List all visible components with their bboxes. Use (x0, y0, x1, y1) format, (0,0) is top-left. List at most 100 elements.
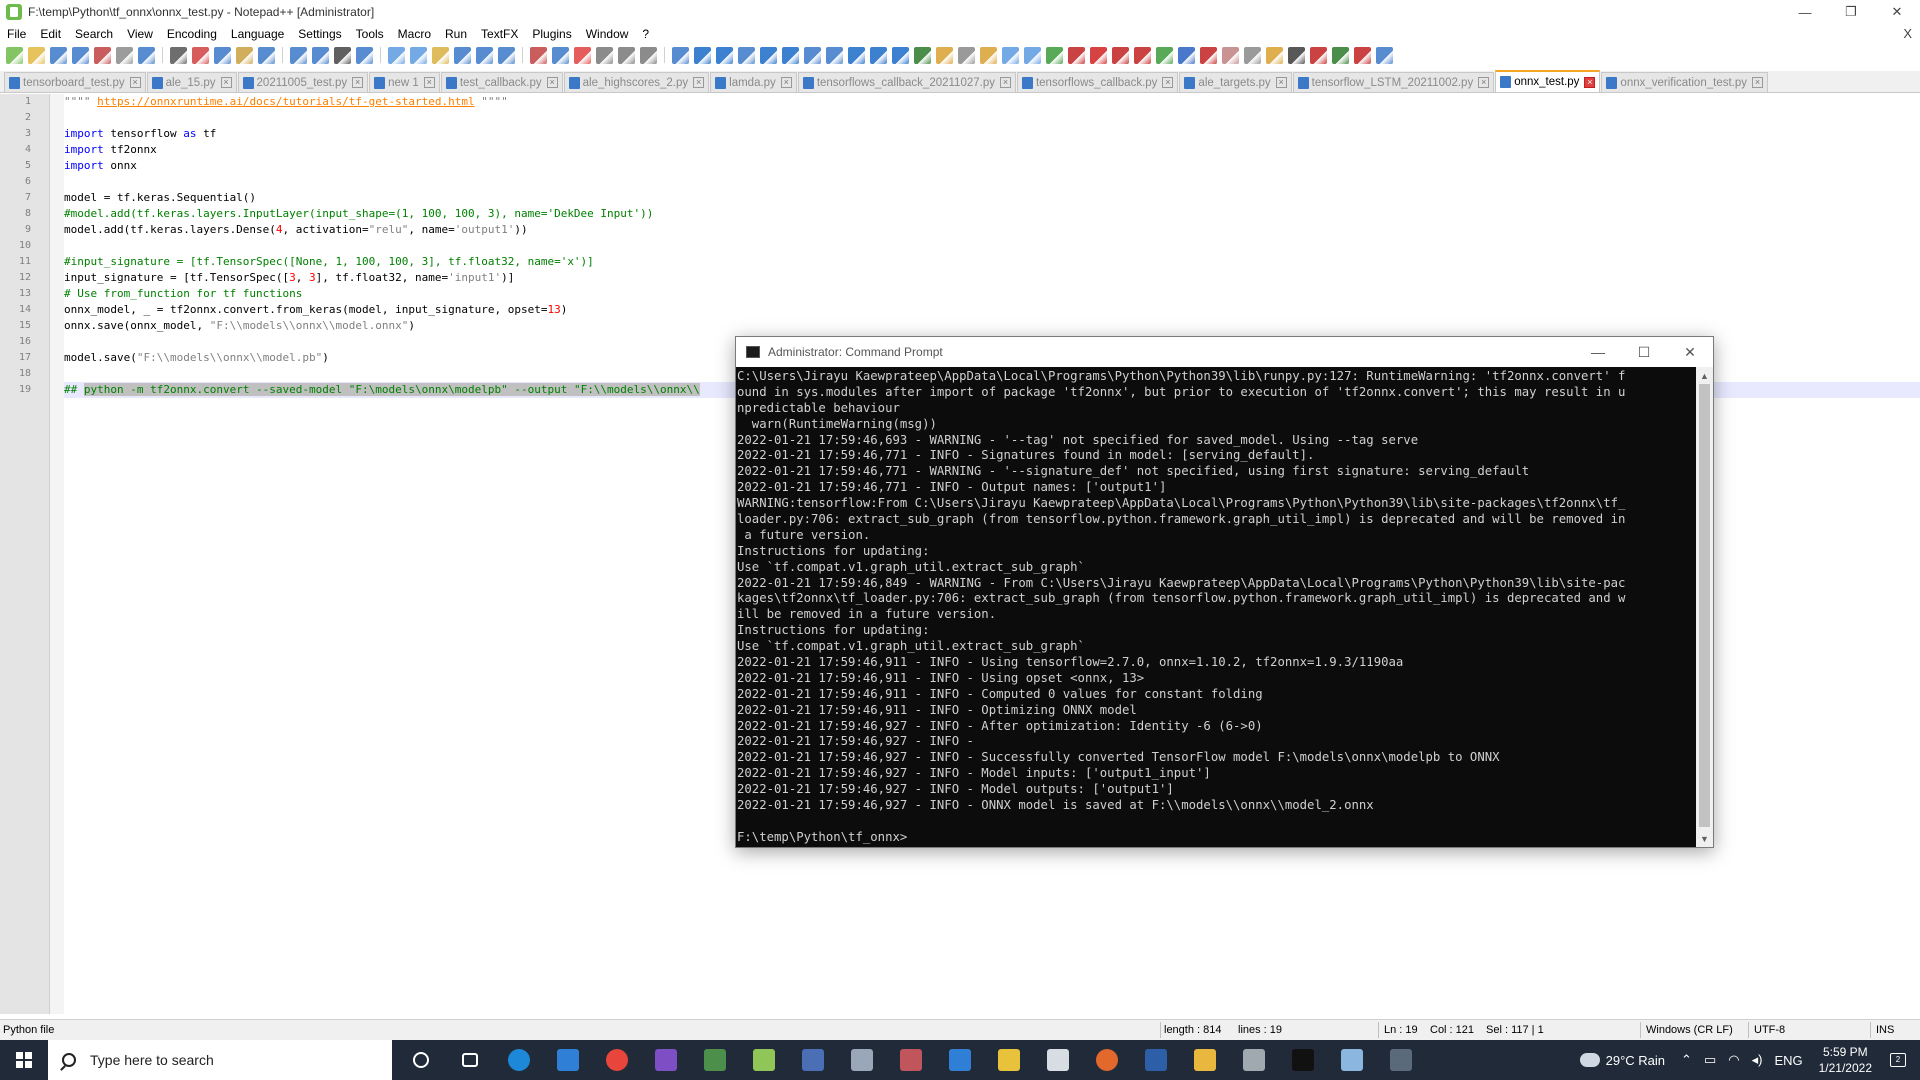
menu-item-plugins[interactable]: Plugins (525, 27, 578, 41)
menu-item-help[interactable]: ? (635, 27, 656, 41)
user-lang-icon[interactable] (530, 46, 547, 64)
code-line[interactable]: input_signature = [tf.TensorSpec([3, 3],… (64, 270, 1920, 286)
code-line[interactable]: onnx.save(onnx_model, "F:\\models\\onnx\… (64, 318, 1920, 334)
cmd-scrollbar[interactable]: ▲ ▼ (1696, 367, 1713, 847)
tab-ale-15[interactable]: ale_15.py × (146, 72, 237, 92)
code-line[interactable]: #model.add(tf.keras.layers.InputLayer(in… (64, 206, 1920, 222)
code-line[interactable]: #input_signature = [tf.TensorSpec([None,… (64, 254, 1920, 270)
toolbar-tool-40-icon[interactable] (914, 46, 931, 64)
tab-tensorflow-lstm-20211002[interactable]: tensorflow_LSTM_20211002.py × (1292, 72, 1495, 92)
minimize-button[interactable]: — (1782, 0, 1828, 24)
toolbar-tool-56-icon[interactable] (1266, 46, 1283, 64)
menu-close-button[interactable]: X (1903, 26, 1912, 41)
toolbar-tool-35-icon[interactable] (804, 46, 821, 64)
open-file-icon[interactable] (28, 46, 45, 64)
menu-item-macro[interactable]: Macro (391, 27, 438, 41)
taskbar-app-button[interactable] (690, 1040, 739, 1080)
taskbar-app-button[interactable] (592, 1040, 641, 1080)
sync-vertical-icon[interactable] (410, 46, 427, 64)
new-file-icon[interactable] (6, 46, 23, 64)
copy-icon[interactable] (214, 46, 231, 64)
menu-item-window[interactable]: Window (579, 27, 636, 41)
save-icon[interactable] (50, 46, 67, 64)
command-prompt-window[interactable]: Administrator: Command Prompt — ☐ ✕ C:\U… (735, 336, 1714, 848)
cmd-maximize-button[interactable]: ☐ (1621, 337, 1667, 367)
tab-20211005-test[interactable]: 20211005_test.py × (237, 72, 369, 92)
record-macro-icon[interactable] (640, 46, 657, 64)
taskbar-app-button[interactable] (641, 1040, 690, 1080)
function-list-icon[interactable] (574, 46, 591, 64)
chevron-up-icon[interactable]: ⌃ (1681, 1052, 1692, 1068)
taskbar-app-button[interactable] (935, 1040, 984, 1080)
toolbar-tool-49-icon[interactable] (1112, 46, 1129, 64)
toolbar-tool-47-icon[interactable] (1068, 46, 1085, 64)
clock[interactable]: 5:59 PM 1/21/2022 (1819, 1044, 1872, 1076)
toolbar-tool-60-icon[interactable] (1354, 46, 1371, 64)
taskbar-app-button[interactable] (886, 1040, 935, 1080)
taskbar-app-button[interactable] (1278, 1040, 1327, 1080)
taskbar-app-button[interactable] (1376, 1040, 1425, 1080)
toolbar-tool-34-icon[interactable] (782, 46, 799, 64)
menu-item-language[interactable]: Language (224, 27, 291, 41)
taskbar-app-button[interactable] (445, 1040, 494, 1080)
tab-close-icon[interactable]: × (1584, 76, 1596, 88)
notification-button[interactable]: 2 (1884, 1053, 1912, 1067)
tab-tensorflows-callback-20211027[interactable]: tensorflows_callback_20211027.py × (797, 72, 1016, 92)
tab-close-icon[interactable]: × (129, 77, 141, 88)
windows-start-button[interactable] (0, 1040, 48, 1080)
taskbar-app-button[interactable] (494, 1040, 543, 1080)
code-line[interactable]: import tensorflow as tf (64, 126, 1920, 142)
taskbar-app-button[interactable] (1327, 1040, 1376, 1080)
language-indicator[interactable]: ENG (1774, 1053, 1802, 1068)
tab-close-icon[interactable]: × (220, 77, 232, 88)
toolbar-tool-55-icon[interactable] (1244, 46, 1261, 64)
fold-margin[interactable] (50, 94, 64, 1014)
tab-close-icon[interactable]: × (1275, 77, 1287, 88)
code-line[interactable] (64, 238, 1920, 254)
taskbar-app-button[interactable] (543, 1040, 592, 1080)
toolbar-tool-33-icon[interactable] (760, 46, 777, 64)
taskbar-app-button[interactable] (788, 1040, 837, 1080)
tab-ale-highscores-2[interactable]: ale_highscores_2.py × (563, 72, 710, 92)
taskbar-app-button[interactable] (837, 1040, 886, 1080)
toolbar-tool-52-icon[interactable] (1178, 46, 1195, 64)
tab-ale-targets[interactable]: ale_targets.py × (1179, 72, 1292, 92)
redo-icon[interactable] (290, 46, 307, 64)
tab-close-icon[interactable]: × (352, 77, 364, 88)
toolbar-tool-37-icon[interactable] (848, 46, 865, 64)
code-line[interactable] (64, 110, 1920, 126)
close-icon[interactable] (94, 46, 111, 64)
doc-map-icon[interactable] (552, 46, 569, 64)
toolbar-tool-41-icon[interactable] (936, 46, 953, 64)
taskbar-app-button[interactable] (1082, 1040, 1131, 1080)
toolbar-tool-53-icon[interactable] (1200, 46, 1217, 64)
volume-icon[interactable]: ◂) (1752, 1052, 1763, 1068)
tab-onnx-test[interactable]: onnx_test.py × (1495, 70, 1601, 92)
tab-close-icon[interactable]: × (1478, 77, 1490, 88)
toolbar-tool-43-icon[interactable] (980, 46, 997, 64)
toolbar-tool-45-icon[interactable] (1024, 46, 1041, 64)
word-wrap-icon[interactable] (454, 46, 471, 64)
toolbar-tool-42-icon[interactable] (958, 46, 975, 64)
cmd-close-button[interactable]: ✕ (1667, 337, 1713, 367)
taskbar-search-box[interactable]: Type here to search (48, 1040, 392, 1080)
weather-widget[interactable]: 29°C Rain (1579, 1053, 1665, 1068)
paste-icon[interactable] (236, 46, 253, 64)
play-macro-icon[interactable] (694, 46, 711, 64)
code-line[interactable] (64, 174, 1920, 190)
scroll-up-icon[interactable]: ▲ (1696, 367, 1713, 384)
close-button[interactable]: ✕ (1874, 0, 1920, 24)
zoom-in-icon[interactable] (356, 46, 373, 64)
cmd-title-bar[interactable]: Administrator: Command Prompt — ☐ ✕ (736, 337, 1713, 367)
print-preview-icon[interactable] (138, 46, 155, 64)
cmd-minimize-button[interactable]: — (1575, 337, 1621, 367)
tab-test-callback[interactable]: test_callback.py × (440, 72, 563, 92)
menu-item-run[interactable]: Run (438, 27, 474, 41)
menu-item-view[interactable]: View (120, 27, 160, 41)
cut-icon[interactable] (192, 46, 209, 64)
tab-close-icon[interactable]: × (1752, 77, 1763, 88)
device-icon[interactable]: ▭ (1704, 1052, 1716, 1068)
menu-item-textfx[interactable]: TextFX (474, 27, 525, 41)
toolbar-tool-58-icon[interactable] (1310, 46, 1327, 64)
code-line[interactable]: model = tf.keras.Sequential() (64, 190, 1920, 206)
